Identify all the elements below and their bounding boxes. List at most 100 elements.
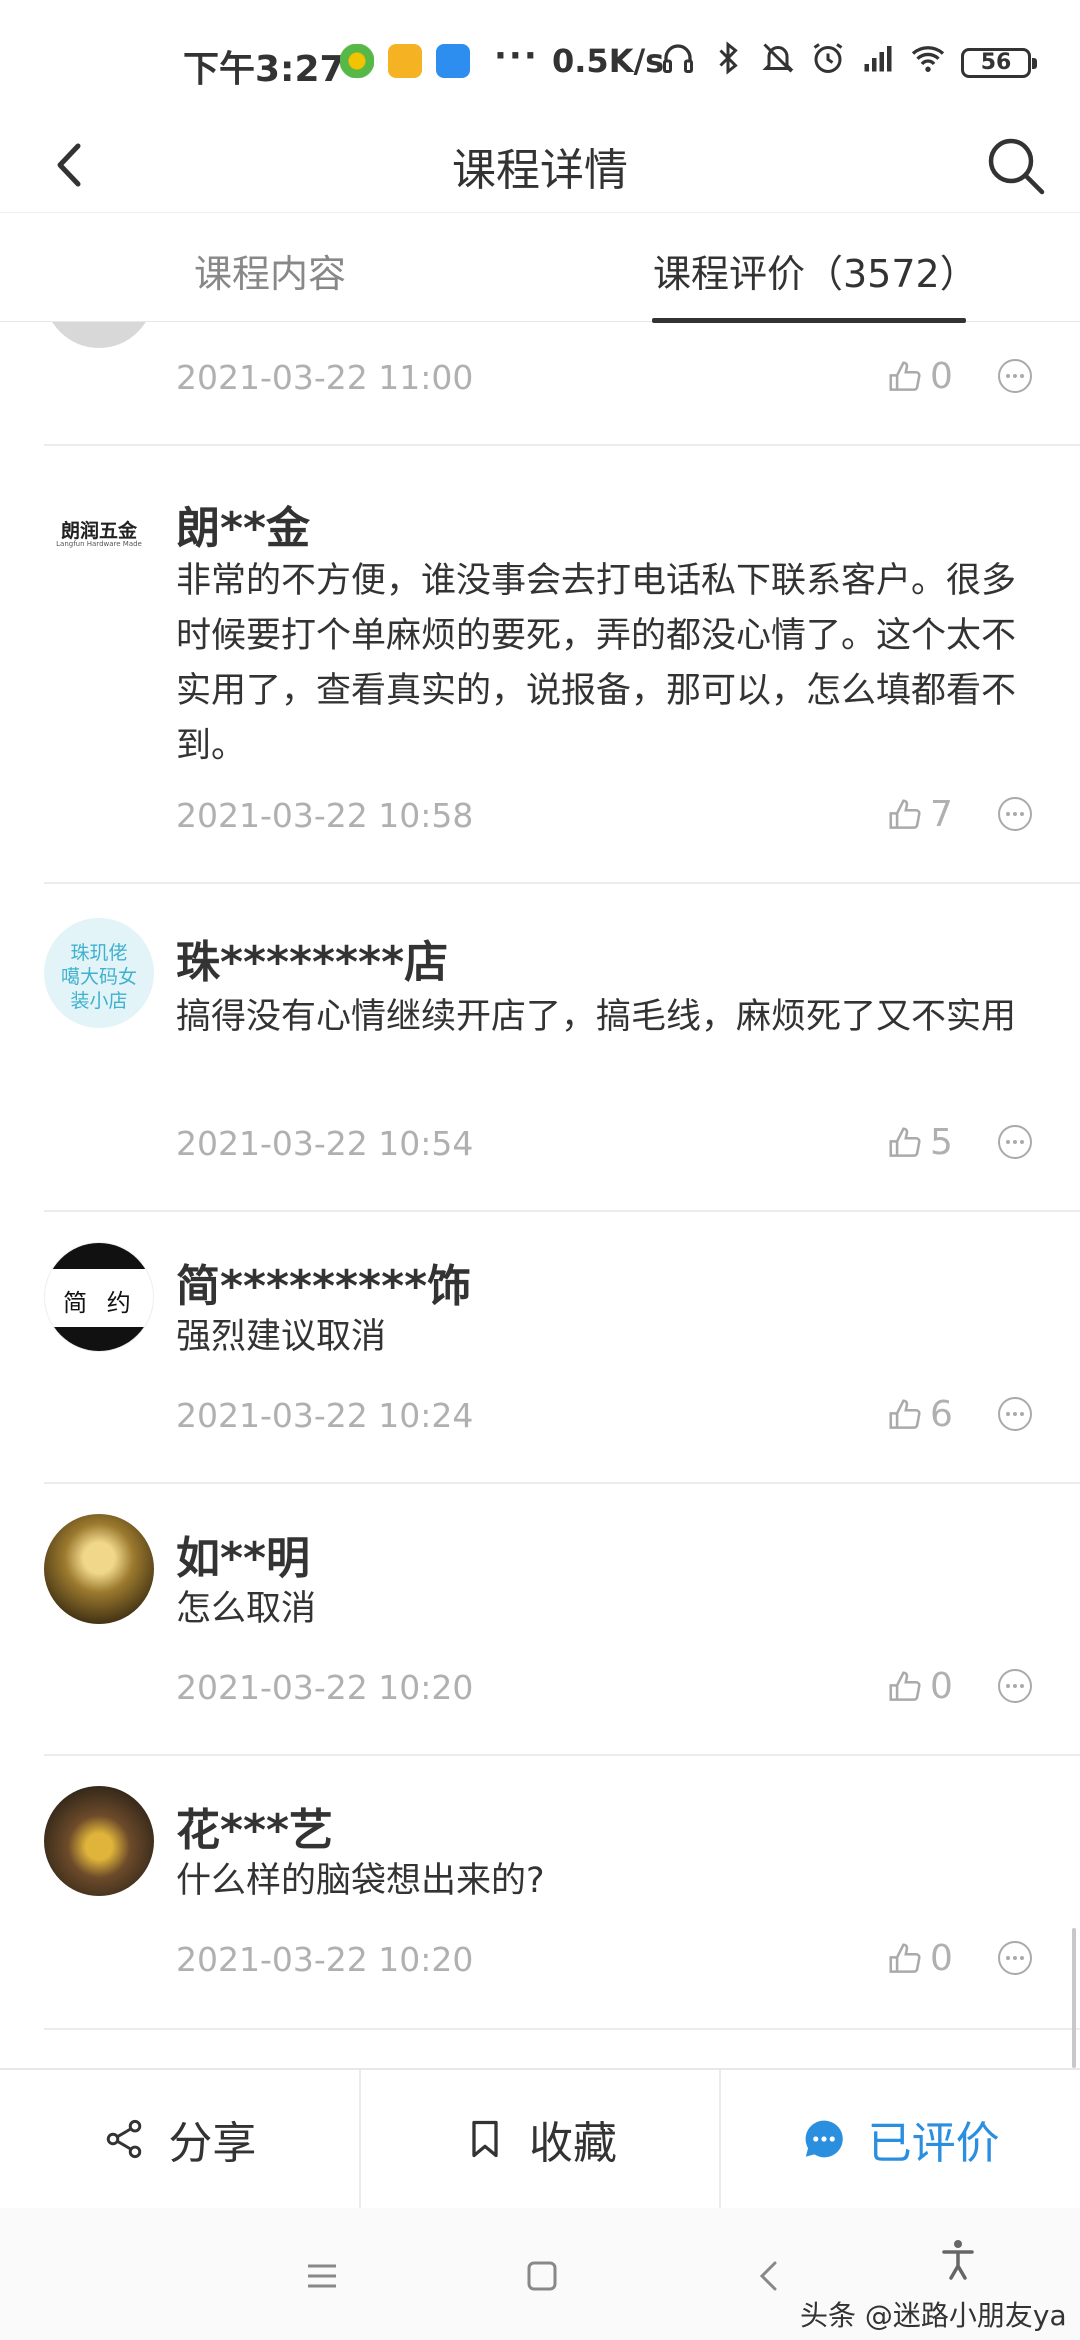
system-nav-bar: 头条 @迷路小朋友ya	[0, 2208, 1080, 2340]
share-icon	[107, 2119, 142, 2159]
avatar-line: 噶大码女	[60, 966, 137, 988]
bookmark-icon	[472, 2120, 498, 2158]
avatar: 朗润五金 Langfun Hardware Made	[44, 474, 154, 584]
more-options-icon[interactable]	[997, 1668, 1033, 1704]
review-date: 2021-03-22 10:54	[176, 1124, 474, 1163]
reviewer-name: 花***艺	[176, 1805, 334, 1856]
more-options-icon[interactable]	[997, 1940, 1033, 1976]
like-count: 0	[930, 1938, 953, 1979]
review-item: 简 约 简*********饰 强烈建议取消 2021-03-22 10:24 …	[0, 1212, 1080, 1484]
review-date: 2021-03-22 10:20	[176, 1668, 474, 1707]
review-text: 怎么取消	[176, 1589, 317, 1629]
like-count: 0	[930, 1666, 953, 1707]
menu-icon[interactable]	[300, 2254, 344, 2298]
divider	[44, 2028, 1080, 2030]
reviewed-button[interactable]: 已评价	[721, 2070, 1080, 2208]
wifi-icon	[911, 46, 945, 72]
watermark-text: 头条 @迷路小朋友ya	[800, 2299, 1067, 2332]
signal-hd-icon	[864, 46, 892, 72]
share-button[interactable]: 分享	[0, 2070, 361, 2208]
more-options-icon[interactable]	[997, 358, 1033, 394]
thumbs-up-icon	[889, 1126, 921, 1157]
avatar-band	[45, 1243, 153, 1269]
tab-bar: 课程内容 课程评价（3572）	[0, 212, 1080, 323]
reviewed-label: 已评价	[867, 2118, 1000, 2169]
avatar-logo-title: 朗润五金	[60, 520, 137, 542]
battery-indicator: 56	[961, 48, 1037, 78]
more-options-icon[interactable]	[997, 1396, 1033, 1432]
comment-bubble-icon	[805, 2120, 843, 2158]
mute-icon	[762, 43, 794, 73]
app-header: 课程详情	[0, 120, 1080, 212]
avatar: 珠玑佬 噶大码女 装小店	[44, 918, 154, 1028]
thumbs-up-icon	[889, 798, 921, 829]
app-blue-icon	[436, 44, 470, 78]
like-button[interactable]: 6	[886, 1394, 953, 1435]
reviewer-name: 珠********店	[176, 937, 449, 988]
review-date: 2021-03-22 10:58	[176, 796, 474, 835]
review-text: 强烈建议取消	[176, 1317, 387, 1357]
review-item: 如**明 怎么取消 2021-03-22 10:20 0	[0, 1484, 1080, 1756]
review-item: 花***艺 什么样的脑袋想出来的? 2021-03-22 10:20 0	[0, 1756, 1080, 2030]
more-options-icon[interactable]	[997, 796, 1033, 832]
like-button[interactable]: 0	[886, 356, 953, 397]
alarm-icon	[813, 43, 843, 73]
like-button[interactable]: 5	[886, 1122, 953, 1163]
network-speed: 0.5K/s	[552, 42, 665, 80]
thumbs-up-icon	[889, 1670, 921, 1701]
headphones-icon	[663, 44, 693, 73]
like-count: 7	[930, 794, 953, 835]
bluetooth-icon	[719, 41, 738, 75]
bookmark-label: 收藏	[529, 2118, 617, 2169]
review-item: 朗润五金 Langfun Hardware Made 朗**金 非常的不方便，谁…	[0, 446, 1080, 884]
reviewer-name: 朗**金	[176, 503, 311, 554]
like-button[interactable]: 0	[886, 1666, 953, 1707]
like-button[interactable]: 0	[886, 1938, 953, 1979]
tab-course-reviews[interactable]: 课程评价（3572）	[653, 243, 978, 298]
page-title: 课程详情	[452, 145, 628, 196]
review-text: 非常的不方便，谁没事会去打电话私下联系客户。很多时候要打个单麻烦的要死，弄的都没…	[176, 561, 1017, 766]
review-date: 2021-03-22 10:20	[176, 1940, 474, 1979]
avatar: 简 约	[44, 1242, 154, 1352]
thumbs-up-icon	[889, 1398, 921, 1429]
tab-course-content[interactable]: 课程内容	[194, 243, 346, 298]
avatar-text: 简 约	[63, 1289, 137, 1317]
avatar	[44, 322, 154, 348]
avatar-band	[45, 1327, 153, 1351]
scrollbar[interactable]	[1072, 1928, 1076, 2068]
thumbs-up-icon	[889, 360, 921, 391]
status-icons	[660, 40, 946, 76]
avatar-line: 装小店	[70, 990, 128, 1012]
status-bar: 下午3:27 ··· 0.5K/s 56	[0, 0, 1080, 120]
app-yellow-icon	[388, 44, 422, 78]
review-date: 2021-03-22 11:00	[176, 358, 474, 397]
bookmark-button[interactable]: 收藏	[361, 2070, 722, 2208]
like-count: 5	[930, 1122, 953, 1163]
review-text: 什么样的脑袋想出来的?	[176, 1861, 545, 1901]
share-label: 分享	[168, 2118, 257, 2169]
review-date: 2021-03-22 10:24	[176, 1396, 474, 1435]
status-time: 下午3:27	[183, 49, 345, 90]
reviewer-name: 简*********饰	[176, 1261, 472, 1312]
review-item: 2021-03-22 11:00 0	[0, 322, 1080, 446]
search-icon[interactable]	[978, 128, 1054, 204]
avatar-line: 珠玑佬	[70, 942, 128, 964]
bottom-action-bar: 分享 收藏 已评价	[0, 2068, 1080, 2208]
reviewer-name: 如**明	[176, 1533, 311, 1584]
avatar-logo-subtitle: Langfun Hardware Made	[56, 540, 142, 548]
like-button[interactable]: 7	[886, 794, 953, 835]
more-options-icon[interactable]	[997, 1124, 1033, 1160]
more-notifications-indicator: ···	[494, 36, 539, 76]
like-count: 0	[930, 356, 953, 397]
home-icon[interactable]	[520, 2254, 564, 2298]
active-tab-indicator	[652, 318, 966, 323]
accessibility-icon[interactable]	[936, 2238, 980, 2282]
avatar	[44, 1786, 154, 1896]
avatar	[44, 1514, 154, 1624]
review-text: 搞得没有心情继续开店了，搞毛线，麻烦死了又不实用	[176, 997, 1017, 1037]
back-icon[interactable]	[748, 2254, 792, 2298]
review-list[interactable]: 2021-03-22 11:00 0 朗润五金 Langfun Hardware…	[0, 322, 1080, 2068]
app-green-icon	[340, 44, 374, 78]
thumbs-up-icon	[889, 1942, 921, 1973]
like-count: 6	[930, 1394, 953, 1435]
